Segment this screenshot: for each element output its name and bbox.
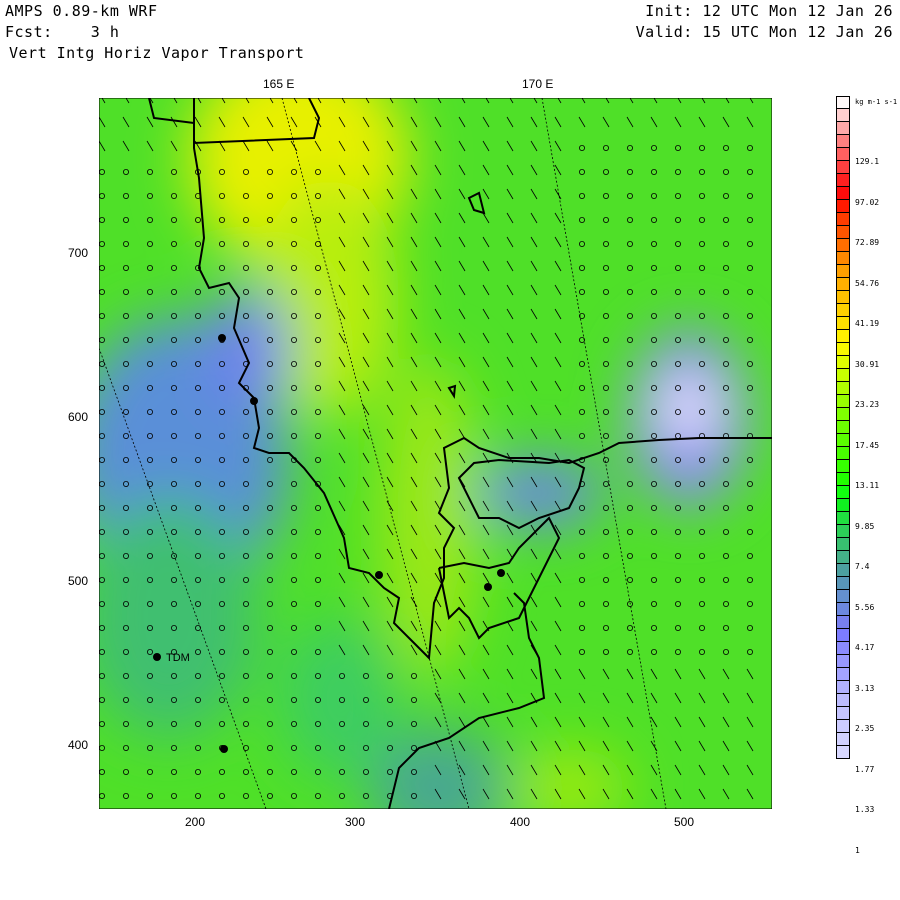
colorbar-swatch	[836, 707, 850, 720]
colorbar-swatch	[836, 382, 850, 395]
colorbar-swatch	[836, 317, 850, 330]
colorbar-swatch	[836, 538, 850, 551]
model-title: AMPS 0.89-km WRF	[5, 2, 158, 20]
colorbar-swatch	[836, 525, 850, 538]
colorbar-swatch	[836, 330, 850, 343]
colorbar-swatch	[836, 239, 850, 252]
colorbar-swatch	[836, 486, 850, 499]
station-dot	[218, 334, 226, 342]
colorbar-swatch	[836, 96, 850, 109]
colorbar-swatch	[836, 551, 850, 564]
colorbar-swatch	[836, 499, 850, 512]
field-title: Vert Intg Horiz Vapor Transport	[9, 44, 305, 62]
colorbar-swatch	[836, 460, 850, 473]
colorbar-swatch	[836, 642, 850, 655]
station-dot	[250, 397, 258, 405]
colorbar-swatch	[836, 278, 850, 291]
y-tick: 500	[68, 574, 89, 588]
colorbar-swatch	[836, 694, 850, 707]
colorbar-swatch	[836, 369, 850, 382]
colorbar-label: 7.4	[855, 562, 870, 571]
ivt-map: TDM	[99, 98, 772, 809]
colorbar	[836, 96, 850, 759]
colorbar-label: 23.23	[855, 400, 880, 409]
station-dot	[497, 569, 505, 577]
colorbar-swatch	[836, 733, 850, 746]
colorbar-swatch	[836, 720, 850, 733]
y-tick: 600	[68, 410, 89, 424]
colorbar-swatch	[836, 434, 850, 447]
x-tick: 200	[185, 815, 206, 829]
colorbar-label: 129.1	[855, 157, 880, 166]
colorbar-label: 5.56	[855, 602, 875, 612]
colorbar-label: 9.85	[855, 521, 875, 531]
colorbar-swatch	[836, 187, 850, 200]
colorbar-swatch	[836, 252, 850, 265]
x-tick: 400	[510, 815, 531, 829]
colorbar-label: 97.02	[855, 197, 880, 207]
colorbar-swatch	[836, 564, 850, 577]
colorbar-swatch	[836, 200, 850, 213]
colorbar-label: 1	[855, 845, 860, 855]
colorbar-swatch	[836, 655, 850, 668]
colorbar-label: 13.11	[855, 481, 880, 490]
x-tick: 300	[345, 815, 366, 829]
station-dot	[484, 583, 492, 591]
colorbar-swatch	[836, 161, 850, 174]
forecast-hour: Fcst: 3 h	[5, 23, 120, 41]
colorbar-swatch	[836, 356, 850, 369]
colorbar-swatch	[836, 603, 850, 616]
colorbar-label: 1.77	[855, 764, 875, 774]
colorbar-label: 54.76	[855, 278, 880, 288]
colorbar-swatch	[836, 512, 850, 525]
colorbar-swatch	[836, 135, 850, 148]
colorbar-label: 30.91	[855, 359, 880, 369]
colorbar-swatch	[836, 681, 850, 694]
colorbar-label: 1.33	[855, 805, 875, 814]
colorbar-swatch	[836, 122, 850, 135]
colorbar-swatch	[836, 265, 850, 278]
valid-time: Valid: 15 UTC Mon 12 Jan 26	[635, 23, 893, 41]
colorbar-swatch	[836, 395, 850, 408]
colorbar-label: 41.19	[855, 319, 880, 328]
colorbar-swatch	[836, 109, 850, 122]
colorbar-swatch	[836, 668, 850, 681]
colorbar-swatch	[836, 590, 850, 603]
colorbar-swatch	[836, 291, 850, 304]
x-tick: 500	[674, 815, 695, 829]
colorbar-units: kg m-1 s-1	[855, 98, 898, 106]
station-dot	[375, 571, 383, 579]
init-time: Init: 12 UTC Mon 12 Jan 26	[645, 2, 893, 20]
y-tick: 400	[68, 738, 89, 752]
colorbar-swatch	[836, 226, 850, 239]
colorbar-swatch	[836, 148, 850, 161]
colorbar-swatch	[836, 447, 850, 460]
colorbar-swatch	[836, 473, 850, 486]
colorbar-label: 2.35	[855, 724, 875, 733]
colorbar-swatch	[836, 616, 850, 629]
station-dot	[220, 745, 228, 753]
colorbar-swatch	[836, 577, 850, 590]
lon-label-165e: 165 E	[263, 77, 295, 91]
colorbar-swatch	[836, 746, 850, 759]
lon-label-170e: 170 E	[522, 77, 554, 91]
colorbar-label: 3.13	[855, 683, 875, 693]
colorbar-swatch	[836, 421, 850, 434]
colorbar-swatch	[836, 213, 850, 226]
colorbar-swatch	[836, 343, 850, 356]
station-label-tdm: TDM	[166, 652, 190, 664]
colorbar-swatch	[836, 629, 850, 642]
colorbar-label: 72.89	[855, 238, 880, 247]
colorbar-swatch	[836, 174, 850, 187]
y-tick: 700	[68, 246, 89, 260]
colorbar-label: 17.45	[855, 440, 880, 450]
colorbar-swatch	[836, 304, 850, 317]
colorbar-swatch	[836, 408, 850, 421]
colorbar-label: 4.17	[855, 643, 875, 652]
station-dot	[153, 653, 161, 661]
